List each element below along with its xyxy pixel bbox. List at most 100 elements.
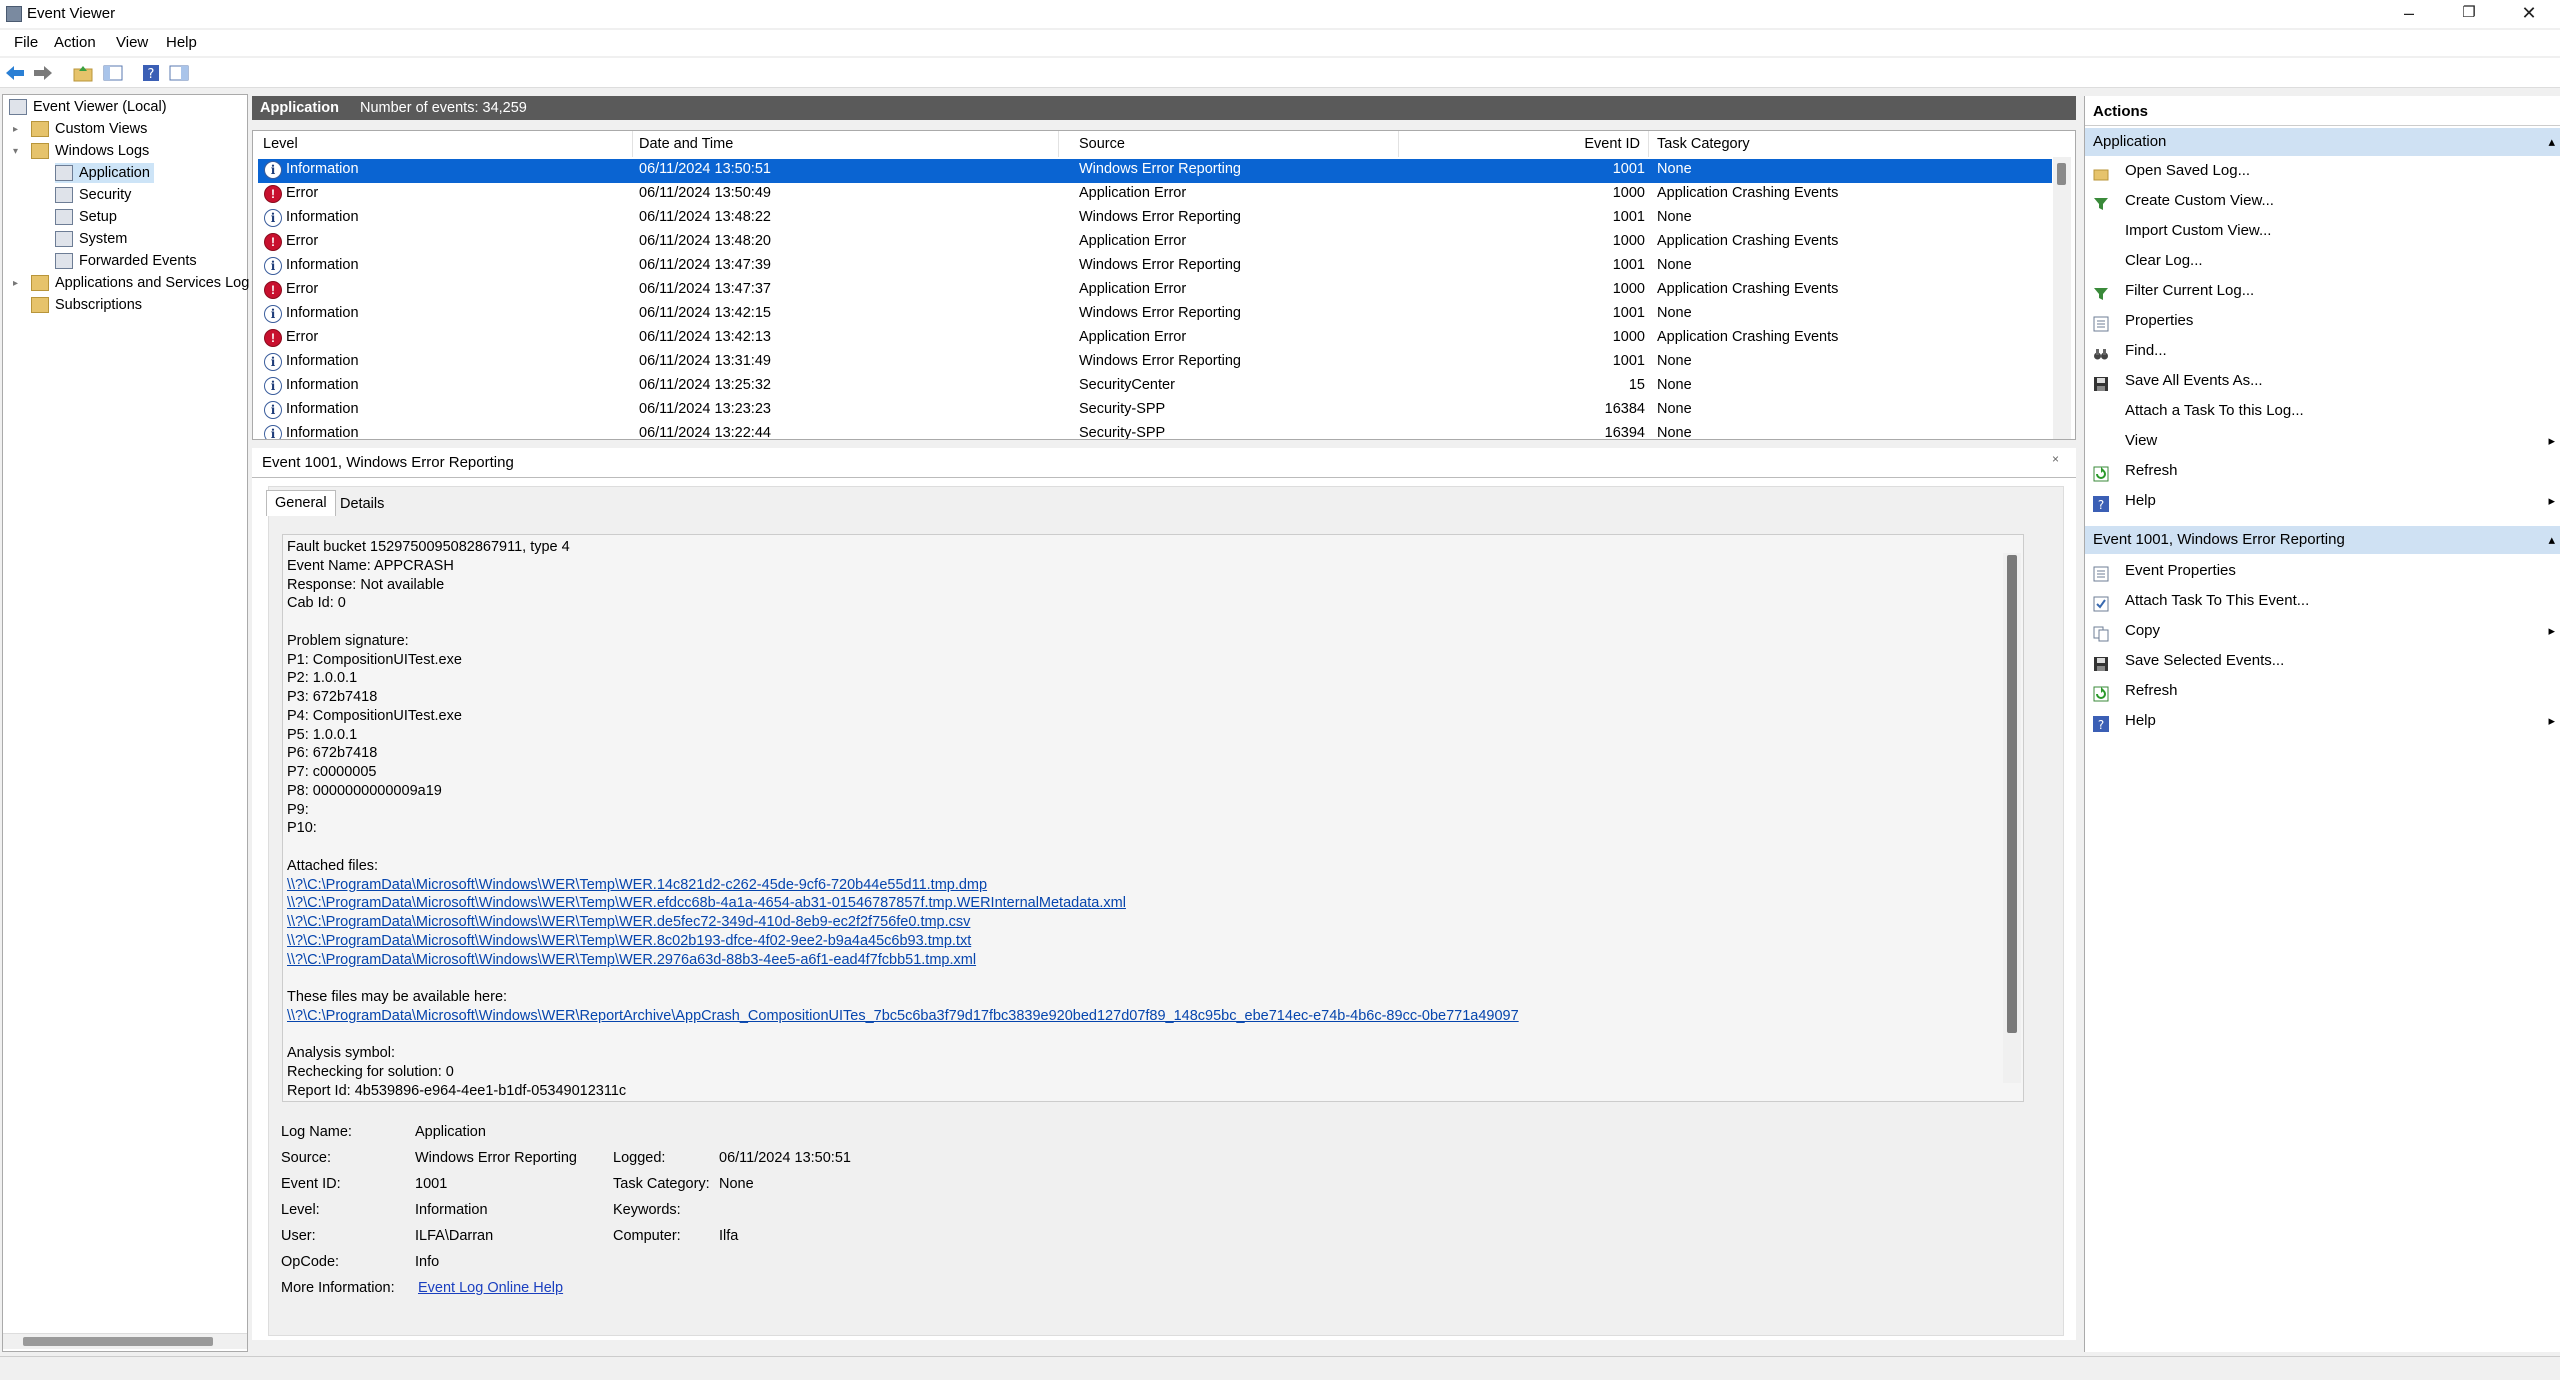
file-path-link[interactable]: \\?\C:\ProgramData\Microsoft\Windows\WER… (287, 895, 1126, 914)
actions-section-application[interactable]: Application ▴ (2085, 128, 2560, 156)
collapse-arrow-icon[interactable]: ▴ (2548, 526, 2555, 554)
action-item[interactable]: Clear Log... (2085, 246, 2560, 276)
label-task-category: Task Category: (613, 1176, 710, 1192)
show-hide-tree-icon[interactable] (102, 62, 124, 84)
event-row[interactable]: i Information 06/11/2024 13:47:39 Windows E… (258, 255, 2052, 279)
scrollbar-thumb[interactable] (2057, 163, 2066, 185)
event-row[interactable]: i Information 06/11/2024 13:42:15 Windows E… (258, 303, 2052, 327)
event-list-scrollbar[interactable] (2053, 157, 2071, 439)
event-row[interactable]: i Information 06/11/2024 13:50:51 Windows E… (258, 159, 2052, 183)
action-item[interactable]: Import Custom View... (2085, 216, 2560, 246)
action-item[interactable]: Save Selected Events... (2085, 646, 2560, 676)
action-item[interactable]: Open Saved Log... (2085, 156, 2560, 186)
error-icon: ! (264, 185, 282, 203)
tab-details[interactable]: Details (332, 492, 392, 518)
close-button[interactable]: ✕ (2500, 0, 2558, 28)
log-icon (55, 165, 73, 181)
detail-close-icon[interactable]: × (2052, 452, 2059, 466)
blank-icon (2093, 433, 2109, 449)
column-header-level[interactable]: Level (263, 131, 633, 157)
tree-item-application[interactable]: Application (55, 163, 154, 183)
file-path-link[interactable]: \\?\C:\ProgramData\Microsoft\Windows\WER… (287, 914, 970, 933)
collapse-arrow-icon[interactable]: ▴ (2548, 128, 2555, 156)
column-header-task-category[interactable]: Task Category (1657, 131, 2037, 157)
actions-section-event[interactable]: Event 1001, Windows Error Reporting ▴ (2085, 526, 2560, 554)
tree-item-subscriptions[interactable]: Subscriptions (31, 295, 142, 315)
event-id: 1001 (1612, 257, 1645, 273)
svg-text:?: ? (148, 67, 155, 82)
error-icon: ! (264, 329, 282, 347)
help-icon[interactable]: ? (140, 62, 162, 84)
action-item[interactable]: Create Custom View... (2085, 186, 2560, 216)
actions-header: Actions (2085, 98, 2560, 126)
event-row[interactable]: i Information 06/11/2024 13:31:49 Windows E… (258, 351, 2052, 375)
action-item[interactable]: Refresh (2085, 456, 2560, 486)
event-detail-header: Event 1001, Windows Error Reporting × (252, 448, 2076, 478)
event-row[interactable]: i Information 06/11/2024 13:23:23 Security-… (258, 399, 2052, 423)
scrollbar-thumb[interactable] (23, 1337, 213, 1346)
event-row[interactable]: ! Error 06/11/2024 13:47:37 Application Err… (258, 279, 2052, 303)
expand-chevron-icon[interactable]: ▸ (13, 278, 18, 289)
event-row[interactable]: i Information 06/11/2024 13:25:32 SecurityC… (258, 375, 2052, 399)
event-row[interactable]: ! Error 06/11/2024 13:50:49 Application Err… (258, 183, 2052, 207)
tree-item-event-viewer-local[interactable]: Event Viewer (Local) (9, 97, 167, 117)
action-item[interactable]: Attach Task To This Event... (2085, 586, 2560, 616)
folder-icon (31, 143, 49, 159)
action-item[interactable]: Properties (2085, 306, 2560, 336)
event-level: Information (286, 257, 359, 273)
log-icon (55, 231, 73, 247)
event-row[interactable]: ! Error 06/11/2024 13:42:13 Application Err… (258, 327, 2052, 351)
restore-button[interactable]: ❐ (2440, 0, 2498, 28)
tree-item-forwarded-events[interactable]: Forwarded Events (55, 251, 197, 271)
event-log-online-help-link[interactable]: Event Log Online Help (418, 1280, 563, 1296)
forward-arrow-icon[interactable] (32, 62, 54, 84)
action-item[interactable]: Filter Current Log... (2085, 276, 2560, 306)
action-item[interactable]: Copy ▸ (2085, 616, 2560, 646)
minimize-button[interactable]: – (2380, 0, 2438, 28)
action-item[interactable]: Refresh (2085, 676, 2560, 706)
menu-view[interactable]: View (116, 34, 148, 51)
event-viewer-app-icon (6, 6, 22, 22)
tree-item-setup[interactable]: Setup (55, 207, 117, 227)
action-item[interactable]: ? Help ▸ (2085, 706, 2560, 736)
menu-action[interactable]: Action (54, 34, 96, 51)
tree-label: Forwarded Events (79, 253, 197, 269)
event-row[interactable]: i Information 06/11/2024 13:22:44 Security-… (258, 423, 2052, 439)
file-path-link[interactable]: \\?\C:\ProgramData\Microsoft\Windows\WER… (287, 933, 971, 952)
column-header-date-time[interactable]: Date and Time (639, 131, 1059, 157)
description-scrollbar[interactable] (2003, 553, 2021, 1083)
action-item[interactable]: Attach a Task To this Log... (2085, 396, 2560, 426)
tree-item-custom-views[interactable]: ▸ Custom Views (13, 119, 147, 139)
event-row[interactable]: i Information 06/11/2024 13:48:22 Windows E… (258, 207, 2052, 231)
tree-horizontal-scrollbar[interactable] (3, 1333, 247, 1349)
event-id: 1001 (1612, 161, 1645, 177)
action-item[interactable]: Save All Events As... (2085, 366, 2560, 396)
column-header-event-id[interactable]: Event ID (1405, 131, 1649, 157)
show-hide-action-pane-icon[interactable] (168, 62, 190, 84)
description-line: Response: Not available (287, 576, 445, 593)
up-folder-icon[interactable] (72, 62, 94, 84)
tree-item-windows-logs[interactable]: ▾ Windows Logs (13, 141, 149, 161)
event-row[interactable]: ! Error 06/11/2024 13:48:20 Application Err… (258, 231, 2052, 255)
back-arrow-icon[interactable] (4, 62, 26, 84)
expand-chevron-icon[interactable]: ▸ (13, 124, 18, 135)
action-item[interactable]: ? Help ▸ (2085, 486, 2560, 516)
file-path-link[interactable]: \\?\C:\ProgramData\Microsoft\Windows\WER… (287, 877, 987, 896)
column-header-source[interactable]: Source (1079, 131, 1399, 157)
tree-item-system[interactable]: System (55, 229, 127, 249)
menu-file[interactable]: File (14, 34, 38, 51)
scrollbar-thumb[interactable] (2007, 555, 2017, 1033)
information-icon: i (264, 209, 282, 227)
tree-item-security[interactable]: Security (55, 185, 131, 205)
file-path-link[interactable]: \\?\C:\ProgramData\Microsoft\Windows\WER… (287, 1008, 1519, 1027)
tab-general[interactable]: General (266, 490, 336, 516)
file-path-link[interactable]: \\?\C:\ProgramData\Microsoft\Windows\WER… (287, 952, 976, 971)
action-item[interactable]: Event Properties (2085, 556, 2560, 586)
menu-help[interactable]: Help (166, 34, 197, 51)
action-item[interactable]: Find... (2085, 336, 2560, 366)
tree-item-applications-services[interactable]: ▸ Applications and Services Log (13, 273, 249, 293)
action-label: Copy (2125, 622, 2161, 639)
event-datetime: 06/11/2024 13:47:37 (639, 281, 771, 297)
collapse-chevron-icon[interactable]: ▾ (13, 146, 18, 157)
action-item[interactable]: View ▸ (2085, 426, 2560, 456)
